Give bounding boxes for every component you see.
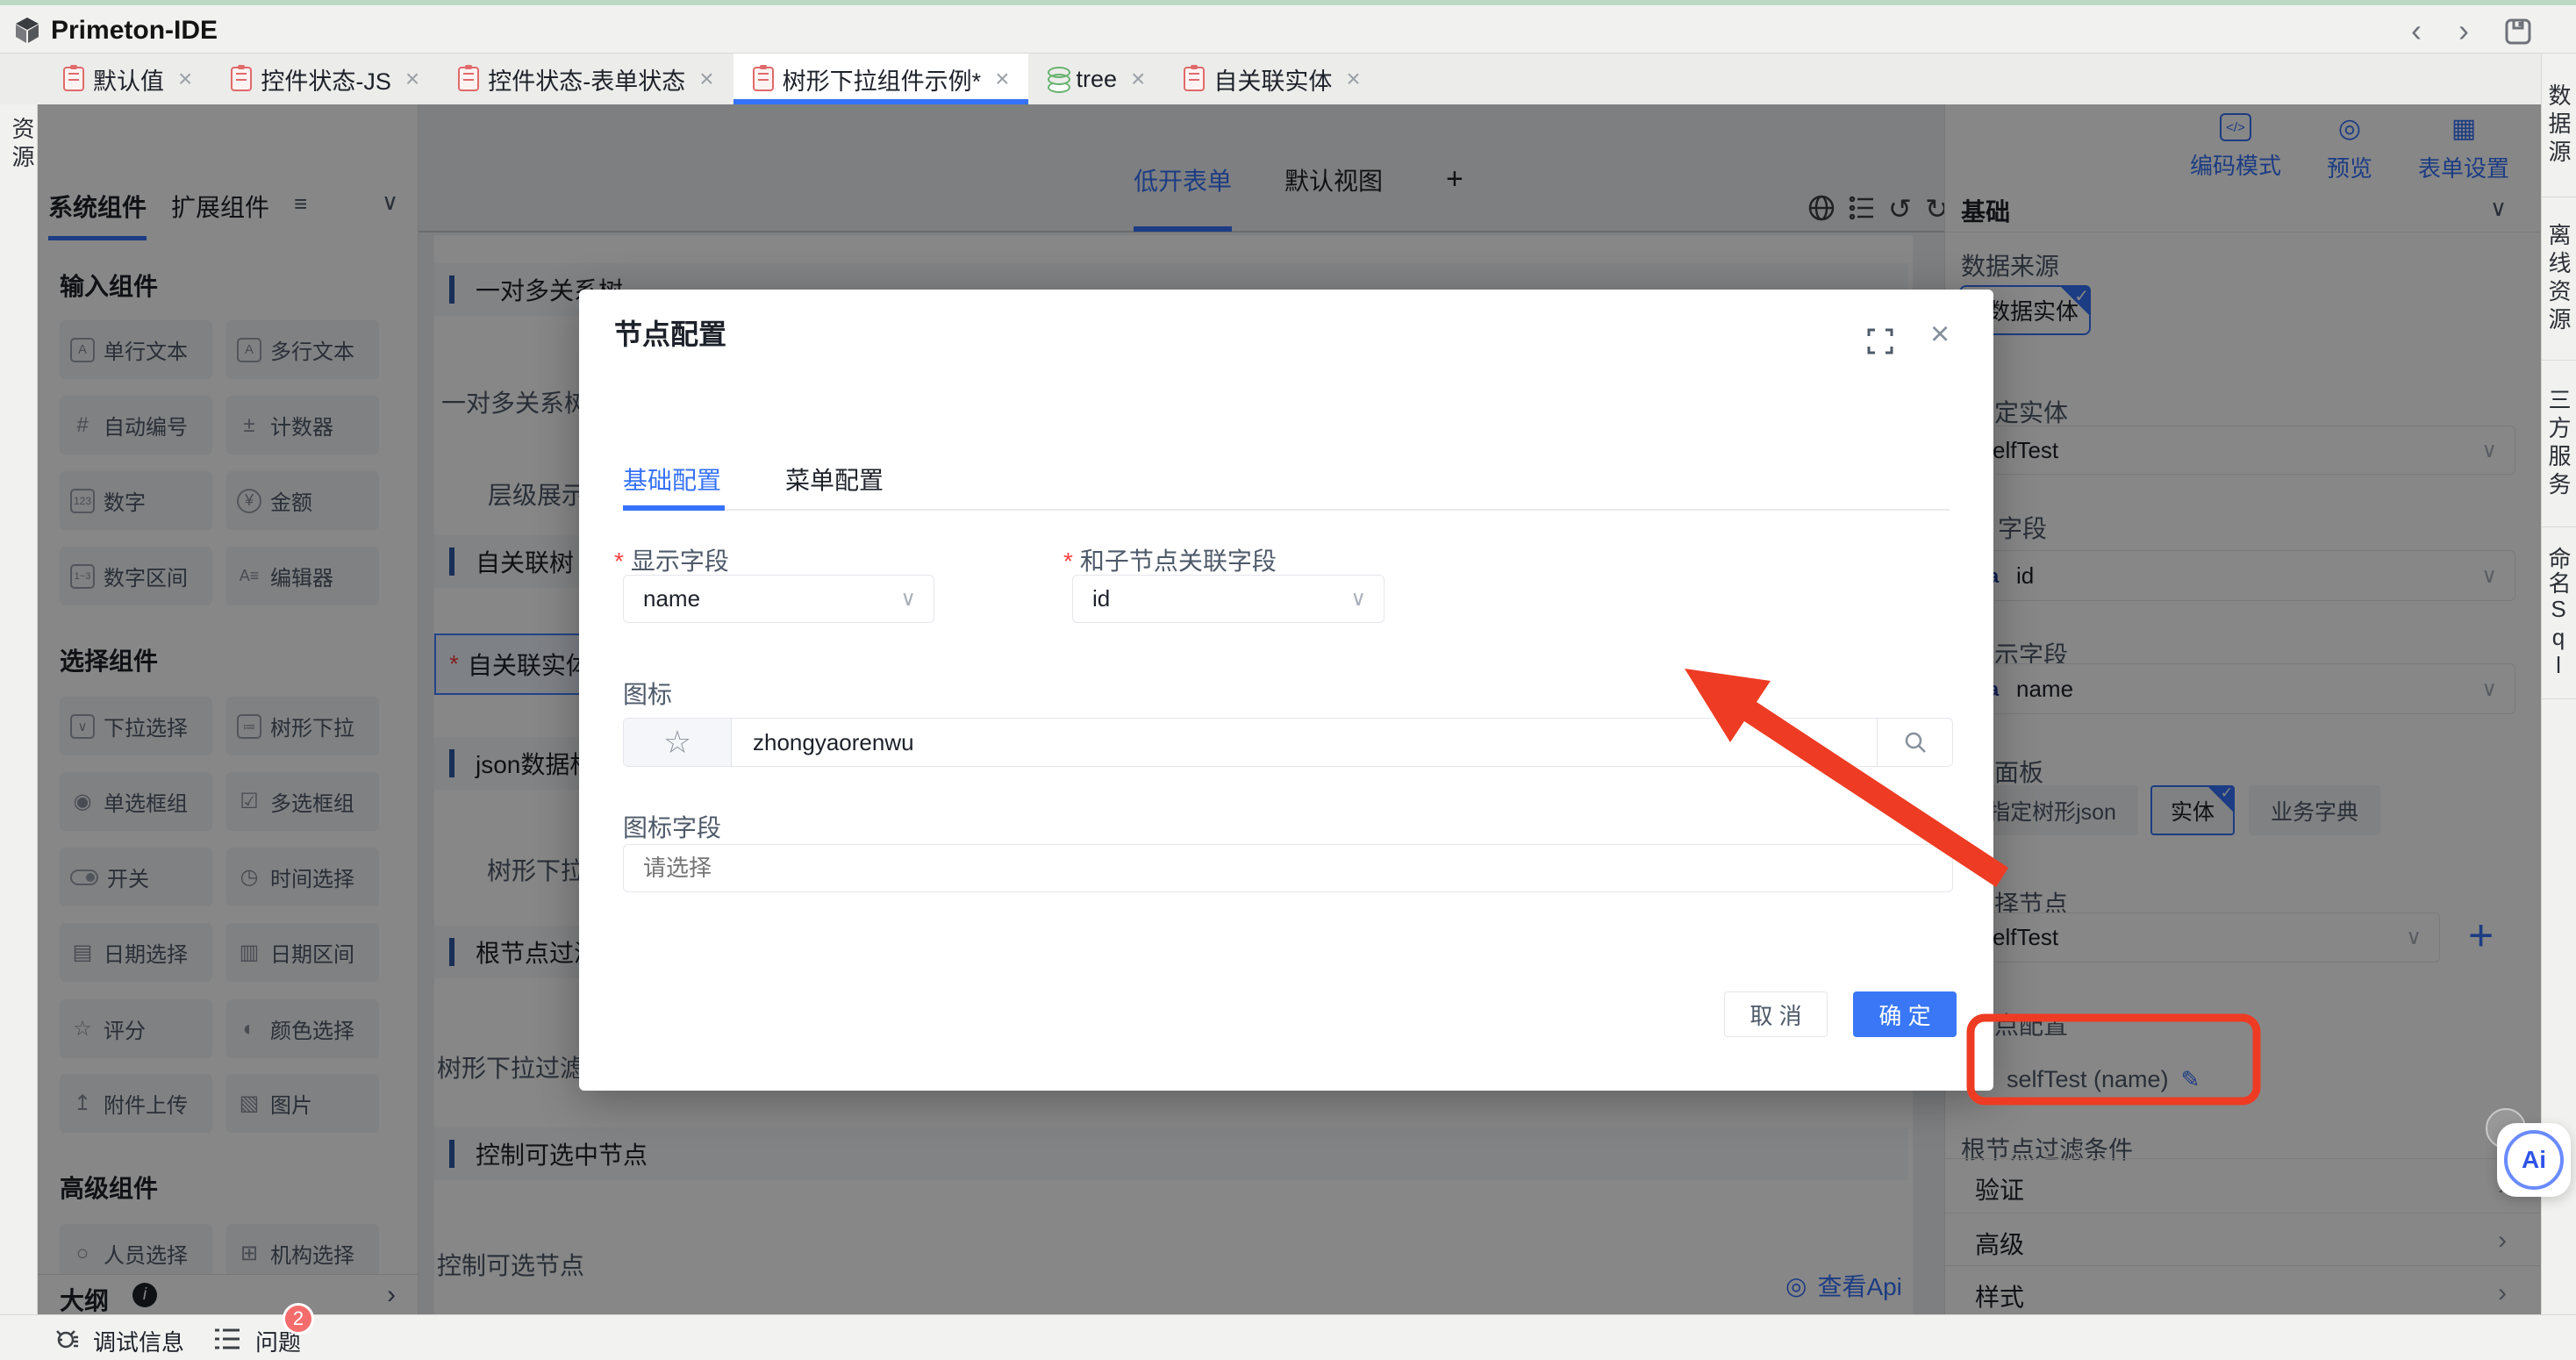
app-title: Primeton-IDE	[51, 16, 218, 46]
close-icon[interactable]: ×	[699, 65, 713, 93]
save-icon[interactable]	[2504, 18, 2532, 46]
close-icon[interactable]: ×	[405, 65, 419, 93]
icon-preview-cell[interactable]: ☆	[624, 719, 732, 766]
child-link-field-label: *和子节点关联字段	[1063, 542, 1277, 577]
doc-tab-widget-state-js[interactable]: 控件状态-JS×	[211, 54, 439, 104]
debug-icon	[54, 1326, 81, 1352]
rail-item-resources[interactable]: 资源	[6, 117, 39, 173]
rail-item-named-sql[interactable]: 命名Sql	[2542, 527, 2576, 699]
doc-tab-self-relation-entity[interactable]: 自关联实体×	[1164, 54, 1379, 104]
doc-tab-tree[interactable]: tree×	[1028, 54, 1164, 104]
icon-search-button[interactable]	[1877, 719, 1952, 766]
display-field-label: *显示字段	[614, 542, 729, 577]
search-icon	[1903, 730, 1928, 755]
modal-title: 节点配置	[614, 312, 726, 353]
ai-assistant-wrapper: Ai	[2497, 1123, 2571, 1197]
form-icon	[753, 67, 774, 91]
close-icon[interactable]: ×	[1346, 65, 1360, 93]
document-tab-bar: 默认值× 控件状态-JS× 控件状态-表单状态× 树形下拉组件示例*× tree…	[0, 54, 2541, 104]
icon-name-input[interactable]	[732, 719, 1877, 766]
form-icon	[1184, 67, 1205, 91]
rail-item-offline-resource[interactable]: 离线资源	[2542, 197, 2576, 361]
fullscreen-icon[interactable]	[1867, 328, 1893, 354]
status-bar: 调试信息 问题 2	[0, 1314, 2576, 1360]
ai-assistant-button[interactable]: Ai	[2504, 1130, 2564, 1190]
nav-forward-icon[interactable]: ›	[2458, 12, 2469, 49]
rail-item-data-source[interactable]: 数据源	[2542, 54, 2576, 197]
form-icon	[63, 67, 84, 91]
chevron-down-icon: ∨	[1350, 586, 1366, 612]
close-icon[interactable]: ×	[178, 65, 192, 93]
modal-tab-basic-config[interactable]: 基础配置	[623, 462, 721, 497]
rail-item-third-party-service[interactable]: 三方服务	[2542, 361, 2576, 527]
modal-close-icon[interactable]: ×	[1930, 316, 1950, 354]
problems-count-badge: 2	[283, 1303, 314, 1335]
star-icon: ☆	[663, 724, 691, 761]
form-icon	[231, 67, 252, 91]
confirm-button[interactable]: 确 定	[1853, 991, 1957, 1037]
modal-tab-divider	[623, 509, 1950, 511]
child-link-field-select[interactable]: id∨	[1072, 575, 1385, 623]
icon-field-label: 图标字段	[623, 809, 721, 844]
database-icon	[1048, 67, 1067, 91]
doc-tab-default-value[interactable]: 默认值×	[44, 54, 211, 104]
close-icon[interactable]: ×	[995, 65, 1009, 93]
icon-field-input[interactable]	[623, 844, 1953, 892]
chevron-down-icon: ∨	[900, 586, 916, 612]
display-field-select[interactable]: name∨	[623, 575, 934, 623]
icon-label: 图标	[623, 676, 672, 711]
debug-info-button[interactable]: 调试信息	[93, 1325, 184, 1357]
close-icon[interactable]: ×	[1131, 65, 1145, 93]
modal-tab-menu-config[interactable]: 菜单配置	[785, 462, 884, 497]
cancel-button[interactable]: 取 消	[1724, 991, 1828, 1037]
form-icon	[458, 67, 479, 91]
nav-back-icon[interactable]: ‹	[2411, 12, 2422, 49]
title-bar: Primeton-IDE ‹ ›	[0, 5, 2576, 54]
modal-active-tab-indicator	[623, 505, 725, 511]
problems-list-icon	[215, 1328, 240, 1350]
left-rail: 资源	[0, 104, 38, 1314]
app-window: Primeton-IDE ‹ › 默认值× 控件状态-JS× 控件状态-表单状态…	[0, 0, 2576, 1360]
doc-tab-tree-dropdown-example[interactable]: 树形下拉组件示例*×	[733, 54, 1029, 104]
icon-input-group: ☆	[623, 718, 1953, 767]
doc-tab-widget-state-form[interactable]: 控件状态-表单状态×	[439, 54, 733, 104]
app-logo-icon	[12, 16, 42, 46]
node-config-modal: 节点配置 × 基础配置 菜单配置 *显示字段 name∨ *和子节点关联字段 i…	[579, 290, 1993, 1091]
